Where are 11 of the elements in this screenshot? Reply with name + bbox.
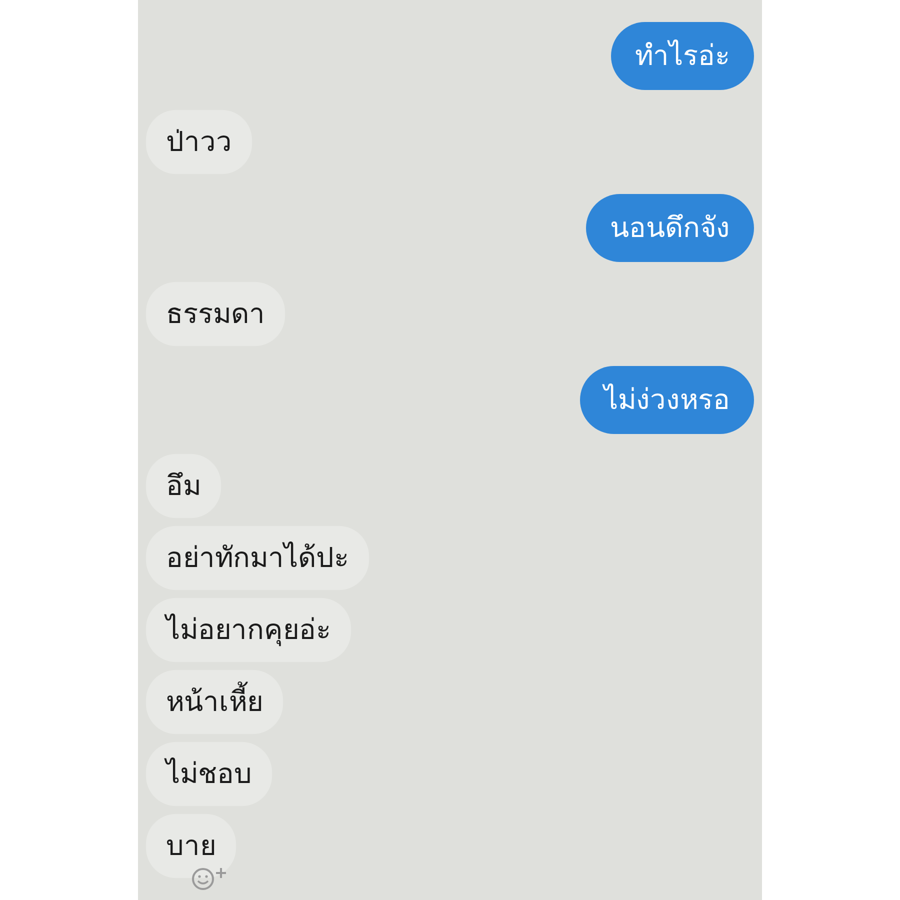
received-message-bubble: อึม bbox=[146, 454, 221, 518]
received-message-bubble: ธรรมดา bbox=[146, 282, 285, 346]
received-message-bubble: ไม่อยากคุยอ่ะ bbox=[146, 598, 351, 662]
sent-message-bubble: นอนดึกจัง bbox=[586, 194, 754, 262]
sent-message-bubble: ไม่ง่วงหรอ bbox=[580, 366, 754, 434]
sent-message-bubble: ทำไรอ่ะ bbox=[611, 22, 754, 90]
received-message-bubble: หน้าเหี้ย bbox=[146, 670, 283, 734]
received-message-bubble: ไม่ชอบ bbox=[146, 742, 272, 806]
received-message-bubble: ป่าวว bbox=[146, 110, 252, 174]
received-message-bubble: อย่าทักมาได้ปะ bbox=[146, 526, 369, 590]
received-message-bubble: บาย bbox=[146, 814, 236, 878]
